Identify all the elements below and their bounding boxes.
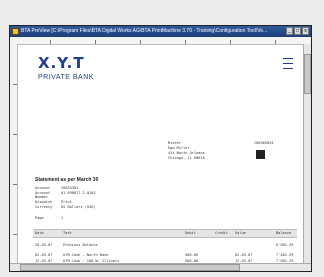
column-header: Date [35, 231, 44, 235]
cell: Previous Balance [63, 243, 98, 247]
minimize-button[interactable]: _ [286, 27, 293, 35]
cell: ATM Cash - North Bank [63, 253, 109, 257]
cell: 02.03.07 [235, 253, 253, 257]
ruler-tick [140, 40, 141, 44]
recipient-address: Mister Egm Miller 414 North Orleans Chic… [168, 141, 205, 161]
ruler-tick [50, 40, 51, 44]
cell: 28.03.07 [35, 243, 53, 247]
field-label: Currency [35, 205, 53, 209]
ruler-tick [230, 40, 231, 44]
bank-name: PRIVATE BANK [38, 74, 94, 81]
ruler-tick [185, 40, 186, 44]
vertical-scrollbar[interactable] [303, 44, 311, 263]
ruler-tick [13, 234, 17, 235]
column-header: Text [63, 231, 72, 235]
column-header: Credit [215, 231, 228, 235]
title-bar[interactable]: BTA PreView [C:\Program Files\BTA Digita… [10, 26, 311, 37]
cell: 02.03.07 [35, 253, 53, 257]
cell: 500.00 [185, 253, 198, 257]
field-value: 01-698077.2-0202 [61, 191, 96, 195]
field-value: CH034301 [61, 186, 79, 190]
cell: 7'482.29 [276, 253, 294, 257]
app-icon [12, 28, 19, 35]
ruler-tick [13, 184, 17, 185]
table-row: 28.03.07 Previous Balance 6'982.29 [33, 242, 297, 248]
maximize-button[interactable]: □ [294, 27, 301, 35]
barcode-icon [256, 150, 265, 159]
ruler-tick [275, 40, 276, 44]
table-header: Date Text Debit Credit Value Balance [33, 229, 297, 238]
column-header: Value [235, 231, 246, 235]
ruler-tick [13, 134, 17, 135]
column-header: Debit [185, 231, 196, 235]
logo-mark-icon [283, 58, 293, 73]
field-label: Dispatch [35, 200, 53, 204]
cell: 6'982.29 [276, 243, 294, 247]
statement-title: Statement as per March 30 [35, 177, 99, 183]
close-button[interactable]: x [302, 27, 309, 35]
field-value: Print [61, 200, 72, 204]
ruler-tick [95, 40, 96, 44]
preview-window: BTA PreView [C:\Program Files\BTA Digita… [9, 25, 312, 272]
vertical-scroll-thumb[interactable] [304, 54, 311, 94]
address-line: Chicago, IL 60610 [168, 156, 205, 160]
customer-code: CH0365034 [254, 141, 274, 145]
statement-details: Account CH034301 Account Number 01-69807… [35, 186, 96, 220]
field-label: Account Number [35, 191, 51, 199]
transactions-table: Date Text Debit Credit Value Balance 28.… [33, 229, 297, 263]
document-page: X.Y.T PRIVATE BANK Mister Egm Miller 414… [18, 45, 303, 263]
vertical-ruler [10, 44, 18, 263]
field-label: Account [35, 186, 51, 190]
bank-logo: X.Y.T [38, 54, 85, 72]
field-value: US Dollars (USD) [61, 205, 96, 209]
horizontal-scrollbar[interactable] [10, 263, 311, 271]
horizontal-ruler [10, 37, 311, 45]
ruler-tick [13, 84, 17, 85]
window-title: BTA PreView [C:\Program Files\BTA Digita… [21, 28, 268, 34]
horizontal-scroll-thumb[interactable] [20, 264, 240, 271]
column-header: Balance [276, 231, 292, 235]
field-value: 1 [61, 216, 64, 220]
field-label: Page [35, 216, 44, 220]
